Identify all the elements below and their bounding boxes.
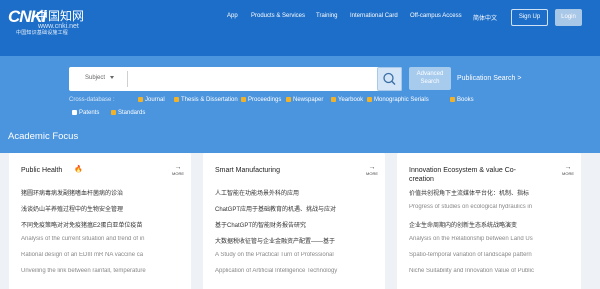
nav-international-card[interactable]: International Card xyxy=(350,13,398,19)
yearbook-checkbox[interactable] xyxy=(331,97,336,102)
focus-card-innovation-ecosystem: Innovation Ecosystem & value Co-creation… xyxy=(397,153,581,289)
advanced-label-2: Search xyxy=(420,79,440,85)
advanced-search-button[interactable]: Advanced Search xyxy=(409,67,451,90)
signup-button[interactable]: Sign Up xyxy=(511,9,548,26)
focus-card-public-health: Public Health 🔥 → MORE 猪圆环病毒病发副猪嗜血杆菌病的诊治… xyxy=(9,153,191,289)
list-item[interactable]: 不同免疫策略对对免疫猪瘟E2蛋白亚单位疫苗 xyxy=(21,220,181,229)
option-patents[interactable]: Patents xyxy=(79,110,99,116)
more-link[interactable]: → MORE xyxy=(366,164,378,176)
option-monographic[interactable]: Monographic Serials xyxy=(374,97,429,103)
list-item[interactable]: ChatGPT应用于基础教育的机遇、挑战与应对 xyxy=(215,204,375,213)
standards-checkbox[interactable] xyxy=(111,110,116,115)
chevron-down-icon xyxy=(110,76,114,79)
more-link[interactable]: → MORE xyxy=(562,164,574,176)
more-label: MORE xyxy=(172,171,184,176)
focus-card-smart-manufacturing: Smart Manufacturing → MORE 人工智能在功能场景外科的应… xyxy=(203,153,385,289)
nav-products[interactable]: Products & Services xyxy=(251,13,305,19)
option-newspaper[interactable]: Newspaper xyxy=(293,97,323,103)
option-yearbook[interactable]: Yearbook xyxy=(338,97,363,103)
list-item[interactable]: 人工智能在功能场景外科的应用 xyxy=(215,188,375,197)
list-item[interactable]: 价值共创视角下主流媒体平台化：机制、指标 xyxy=(409,188,569,197)
list-item[interactable]: 基于ChatGPT的智能财务报告研究 xyxy=(215,220,375,229)
more-link[interactable]: → MORE xyxy=(172,164,184,176)
list-item[interactable]: 企业生命周期内的创新生态系统战略演变 xyxy=(409,220,569,229)
list-item[interactable]: 猪圆环病毒病发副猪嗜血杆菌病的诊治 xyxy=(21,188,181,197)
thesis-checkbox[interactable] xyxy=(174,97,179,102)
section-title: Academic Focus xyxy=(8,131,79,142)
journal-checkbox[interactable] xyxy=(138,97,143,102)
nav-app[interactable]: App xyxy=(227,13,238,19)
nav-language[interactable]: 简体中文 xyxy=(473,13,497,22)
list-item[interactable]: Analysis on the Relationship between Lan… xyxy=(409,236,569,242)
monographic-checkbox[interactable] xyxy=(367,97,372,102)
logo-cn: 中国知网 xyxy=(36,9,85,23)
search-button[interactable] xyxy=(377,67,402,91)
subject-select[interactable]: Subject xyxy=(85,75,105,81)
newspaper-checkbox[interactable] xyxy=(286,97,291,102)
more-label: MORE xyxy=(562,171,574,176)
option-standards[interactable]: Standards xyxy=(118,110,145,116)
search-input[interactable] xyxy=(69,67,402,91)
patents-checkbox[interactable] xyxy=(72,110,77,115)
nav-offcampus[interactable]: Off-campus Access xyxy=(410,13,462,19)
list-item[interactable]: A Study on the Practical Turn of Profess… xyxy=(215,252,375,258)
proceedings-checkbox[interactable] xyxy=(241,97,246,102)
list-item[interactable]: Niche Suitability and Innovation Value o… xyxy=(409,268,569,274)
list-item[interactable]: Unveiling the link between rainfall, tem… xyxy=(21,268,181,274)
more-label: MORE xyxy=(366,171,378,176)
option-proceedings[interactable]: Proceedings xyxy=(248,97,281,103)
divider xyxy=(127,71,128,87)
list-item[interactable]: Spatio-temporal variation of landscape p… xyxy=(409,252,569,258)
logo-mark: CNKi xyxy=(8,7,47,26)
list-item[interactable]: 浅谈奶山羊养殖过程中的生物安全管理 xyxy=(21,204,181,213)
books-checkbox[interactable] xyxy=(450,97,455,102)
option-thesis[interactable]: Thesis & Dissertation xyxy=(181,97,238,103)
list-item[interactable]: 大数据税收征管与企业金融资产配置——基于 xyxy=(215,236,375,245)
top-header: CNKi 中国知网 www.cnki.net 中国知识基础设施工程 App Pr… xyxy=(0,0,600,56)
cnki-logo[interactable]: CNKi 中国知网 www.cnki.net 中国知识基础设施工程 xyxy=(8,4,108,36)
login-button[interactable]: Login xyxy=(555,9,582,26)
list-item[interactable]: Analysis of the current situation and tr… xyxy=(21,236,181,242)
nav-training[interactable]: Training xyxy=(316,13,337,19)
card-title[interactable]: Public Health xyxy=(21,166,62,175)
list-item[interactable]: Progress of studies on ecological hydrau… xyxy=(409,204,569,210)
publication-search-link[interactable]: Publication Search > xyxy=(457,75,521,82)
option-journal[interactable]: Journal xyxy=(145,97,165,103)
advanced-label-1: Advanced xyxy=(416,71,444,77)
search-icon xyxy=(383,72,396,85)
focus-band xyxy=(0,127,600,153)
list-item[interactable]: Application of Artificial Intelligence T… xyxy=(215,268,375,274)
hot-fire-icon: 🔥 xyxy=(74,166,83,173)
cross-database-label: Cross-database : xyxy=(69,97,115,103)
card-title[interactable]: Innovation Ecosystem & value Co-creation xyxy=(409,166,529,184)
option-books[interactable]: Books xyxy=(457,97,474,103)
card-title[interactable]: Smart Manufacturing xyxy=(215,166,280,175)
list-item[interactable]: Rational design of an EDIII mR NA vaccin… xyxy=(21,252,181,258)
logo-subtitle: 中国知识基础设施工程 xyxy=(16,30,69,36)
